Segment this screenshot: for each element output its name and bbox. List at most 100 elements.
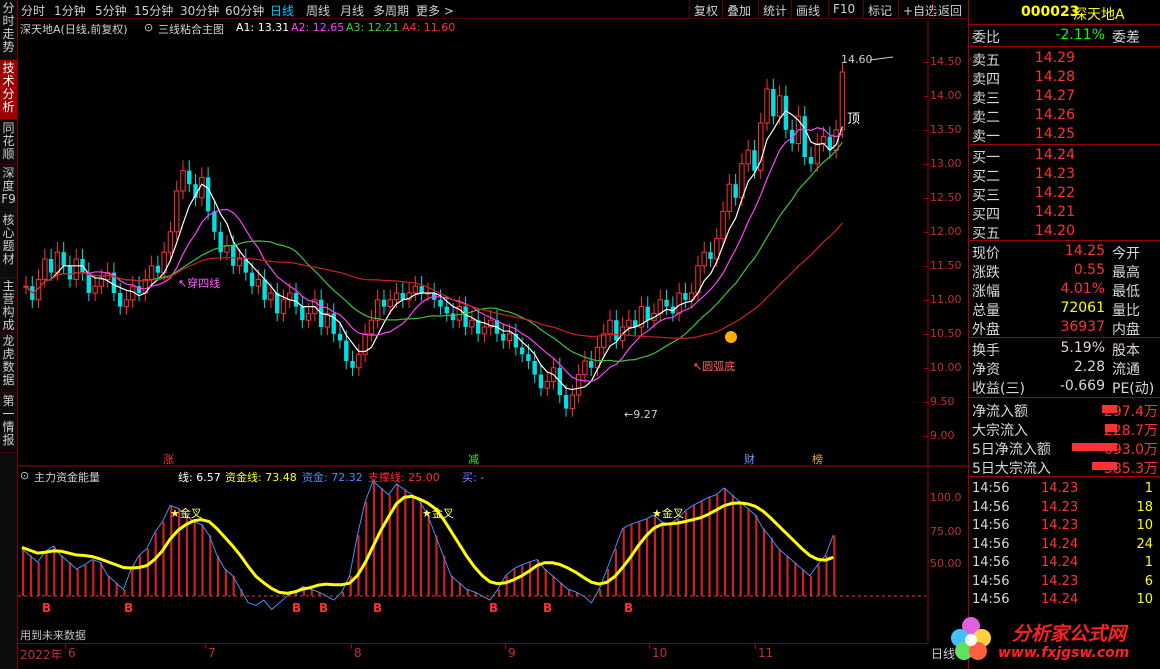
- candle-body: [701, 251, 707, 267]
- ask-price: 14.26: [1034, 107, 1075, 123]
- bid-price: 14.23: [1034, 166, 1075, 182]
- fund-bar: [677, 519, 680, 596]
- candle-body: [481, 326, 488, 335]
- tick-row-0: 14:56 14.23 1: [969, 480, 1160, 498]
- event-tag-zhang[interactable]: 涨: [163, 451, 174, 467]
- stock-code: 000023: [1021, 4, 1080, 20]
- fund-bar: [513, 569, 516, 596]
- flow-label: 5日净流入额: [972, 442, 1051, 458]
- candle-body: [664, 299, 669, 307]
- weibi-value: -2.11%: [1055, 27, 1105, 43]
- annotation-cross4: ↖穿四线: [178, 277, 221, 290]
- fund-bar: [131, 569, 134, 596]
- price-tick-9: 10.00: [930, 361, 962, 374]
- buy-marker-7: B: [624, 601, 634, 615]
- stat2-label2: PE(动): [1112, 381, 1155, 397]
- fund-bar: [412, 494, 415, 596]
- candle-body: [444, 306, 449, 314]
- fund-bar: [107, 575, 110, 596]
- fund-bar: [451, 575, 454, 596]
- candle-body: [174, 190, 180, 233]
- candle-body: [419, 286, 424, 293]
- tick-price: 14.24: [1041, 536, 1079, 552]
- fund-bar: [435, 535, 438, 596]
- tick-vol: 10: [1136, 518, 1153, 533]
- candle-body: [802, 116, 807, 157]
- ask-label: 卖五: [972, 53, 1000, 69]
- candle-body: [236, 258, 243, 267]
- tick-row-6: 14:56 14.24 10: [969, 591, 1160, 609]
- fund-bar: [755, 515, 758, 596]
- price-tick-mark: [924, 300, 929, 301]
- sub-legend-support: 支撑线: 25.00: [368, 471, 440, 484]
- candle-body: [48, 259, 54, 273]
- candle-body: [745, 149, 751, 165]
- fund-bar: [61, 555, 64, 596]
- ask-price: 14.25: [1034, 126, 1075, 142]
- buy-marker-6: B: [543, 601, 553, 615]
- stat2-row-0: 换手 5.19% 股本: [969, 339, 1160, 359]
- sub-legend-fundline: 资金线: 73.48: [225, 471, 297, 484]
- candle-body: [400, 293, 405, 300]
- sub-indicator-dropdown-icon[interactable]: ⊙: [20, 469, 29, 482]
- candle-body: [167, 231, 174, 253]
- candle-body: [563, 395, 569, 409]
- fund-bar: [770, 537, 773, 596]
- tick-row-4: 14:56 14.24 1: [969, 554, 1160, 572]
- annotation-low: 9.27: [633, 408, 658, 421]
- sub-legend-fund: 资金: 72.32: [302, 471, 363, 484]
- candle-body: [764, 88, 770, 124]
- ask-row-0: 卖五 14.29: [969, 49, 1160, 69]
- candle-body: [356, 353, 362, 369]
- fund-bar: [599, 589, 602, 596]
- ask-row-4: 卖一 14.25: [969, 125, 1160, 145]
- stat2-value: -0.669: [1059, 378, 1105, 394]
- date-tick-mark: [649, 644, 650, 649]
- candle-body: [450, 313, 456, 321]
- fund-bar: [794, 562, 797, 596]
- candle-body: [212, 211, 217, 232]
- fund-bar: [505, 575, 508, 596]
- fund-bar: [809, 575, 812, 596]
- event-tag-cai[interactable]: 财: [744, 451, 755, 467]
- candle-body: [594, 346, 601, 369]
- stat2-label2: 股本: [1112, 343, 1140, 359]
- fund-bar: [209, 535, 212, 596]
- fund-bar: [427, 515, 430, 596]
- stat-value: 14.25: [1064, 243, 1105, 259]
- watermark-title: 分析家公式网: [1012, 623, 1127, 645]
- flower-logo-icon: [951, 617, 991, 660]
- annotation-low-value: ←9.27: [624, 408, 658, 421]
- event-tag-jian[interactable]: 减: [468, 451, 479, 467]
- flow-row-0: 净流入额 297.4万: [969, 400, 1160, 420]
- sub-indicator-name[interactable]: 主力资金能量: [34, 469, 100, 485]
- fund-bar: [146, 548, 149, 596]
- stat-label: 总量: [972, 303, 1000, 319]
- golden-cross-text-3: 金叉: [661, 507, 684, 520]
- price-tick-mark: [924, 96, 929, 97]
- weibi-label: 委比: [972, 30, 1000, 46]
- sub-tick-0: 100.0: [930, 491, 962, 504]
- fund-bar: [380, 488, 383, 596]
- candle-body: [368, 319, 375, 335]
- candle-body: [733, 184, 738, 198]
- tick-time: 14:56: [972, 555, 1010, 570]
- price-tick-8: 10.50: [930, 327, 962, 340]
- fund-bar: [162, 521, 165, 596]
- ask-label: 卖二: [972, 110, 1000, 126]
- event-tag-bang[interactable]: 榜: [812, 451, 823, 467]
- price-tick-mark: [924, 266, 929, 267]
- stat-label2: 今开: [1112, 246, 1140, 262]
- buy-marker-1: B: [124, 601, 134, 615]
- tick-price: 14.23: [1041, 518, 1079, 533]
- candle-body: [569, 394, 576, 410]
- price-tick-10: 9.50: [930, 395, 955, 408]
- date-tick-mark: [17, 644, 18, 649]
- stat-value: 72061: [1060, 300, 1105, 316]
- stat-value: 4.01%: [1060, 281, 1105, 297]
- fund-bar: [661, 521, 664, 596]
- tick-time: 14:56: [972, 518, 1010, 533]
- fund-bar: [45, 551, 48, 596]
- golden-cross-text-2: 金叉: [431, 507, 454, 520]
- candle-body: [526, 354, 531, 361]
